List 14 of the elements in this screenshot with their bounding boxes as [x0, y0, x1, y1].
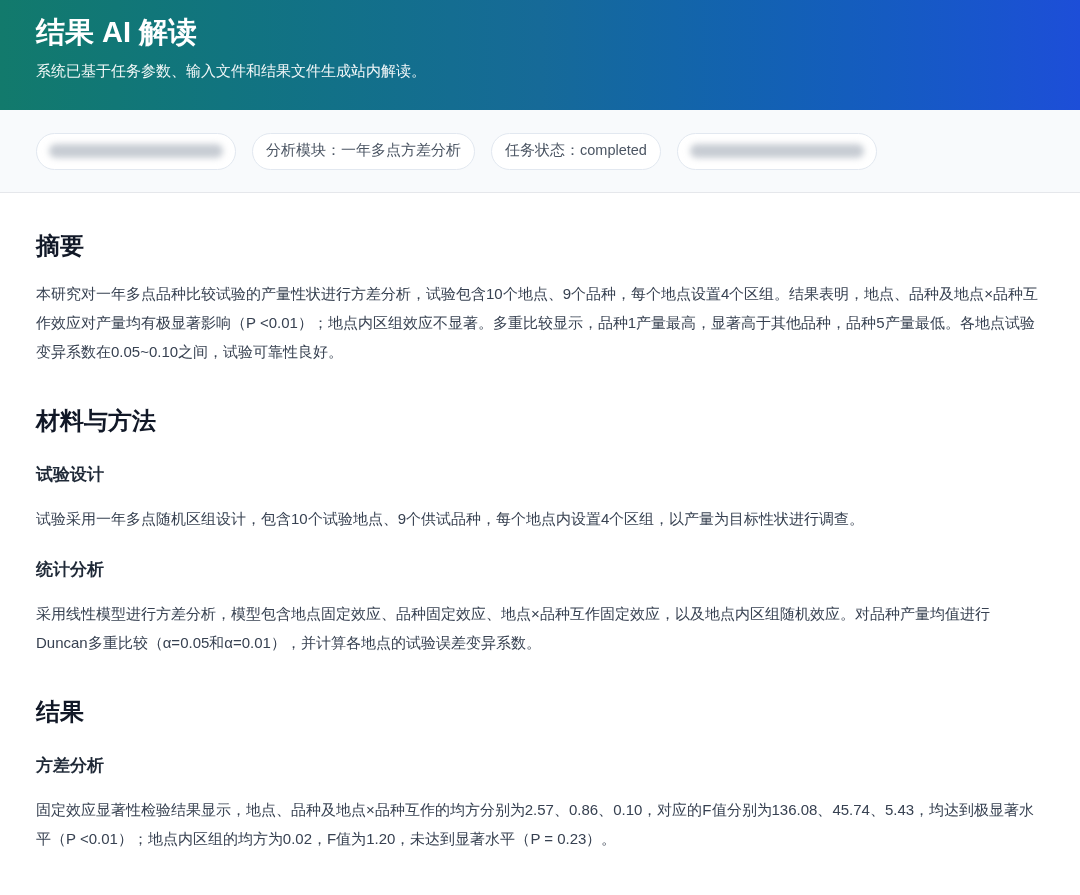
- section-heading: 结果: [36, 697, 85, 727]
- paragraph: 采用线性模型进行方差分析，模型包含地点固定效应、品种固定效应、地点×品种互作固定效应，以及地点内区组随机效应。对品种产量均值进行Duncan多重比较（α=0.05和α=0.01），并计算各地点的试验误差变异系数。: [36, 604, 991, 653]
- page-title: 结果 AI 解读: [36, 15, 199, 50]
- subsection-heading: 试验设计: [36, 464, 105, 486]
- paragraph: 固定效应显著性检验结果显示，地点、品种及地点×品种互作的均方分别为2.57、0.86、0.10，对应的F值分别为136.08、45.74、5.43，均达到极显著水平（P <0.01）；地点内区组的均方为0.02，F值为1.20，未达到显著水平（P = 0.23）。: [36, 800, 1036, 849]
- subsection-heading: 方差分析: [36, 755, 105, 777]
- page-subtitle: 系统已基于任务参数、输入文件和结果文件生成站内解读。: [36, 61, 427, 81]
- paragraph: 本研究对一年多点品种比较试验的产量性状进行方差分析，试验包含10个地点、9个品种，每个地点设置4个区组。结果表明，地点、品种及地点×品种互作效应对产量均有极显著影响（P <0.01）；地点内区组效应不显著。多重比较显示，品种1产量最高，显著高于其他品种，品种5产量最低。各地点试验变异系数在0.05~0.10之间，试验可靠性良好。: [36, 284, 1040, 362]
- paragraph: 试验采用一年多点随机区组设计，包含10个试验地点、9个供试品种，每个地点内设置4个区组，以产量为目标性状进行调查。: [36, 509, 866, 529]
- section-heading: 摘要: [36, 231, 85, 261]
- meta-tag: 分析模块：一年多点方差分析: [252, 132, 475, 170]
- section-heading: 材料与方法: [36, 406, 157, 436]
- subsection-heading: 统计分析: [36, 559, 105, 581]
- meta-tag: 任务状态：completed: [491, 132, 661, 170]
